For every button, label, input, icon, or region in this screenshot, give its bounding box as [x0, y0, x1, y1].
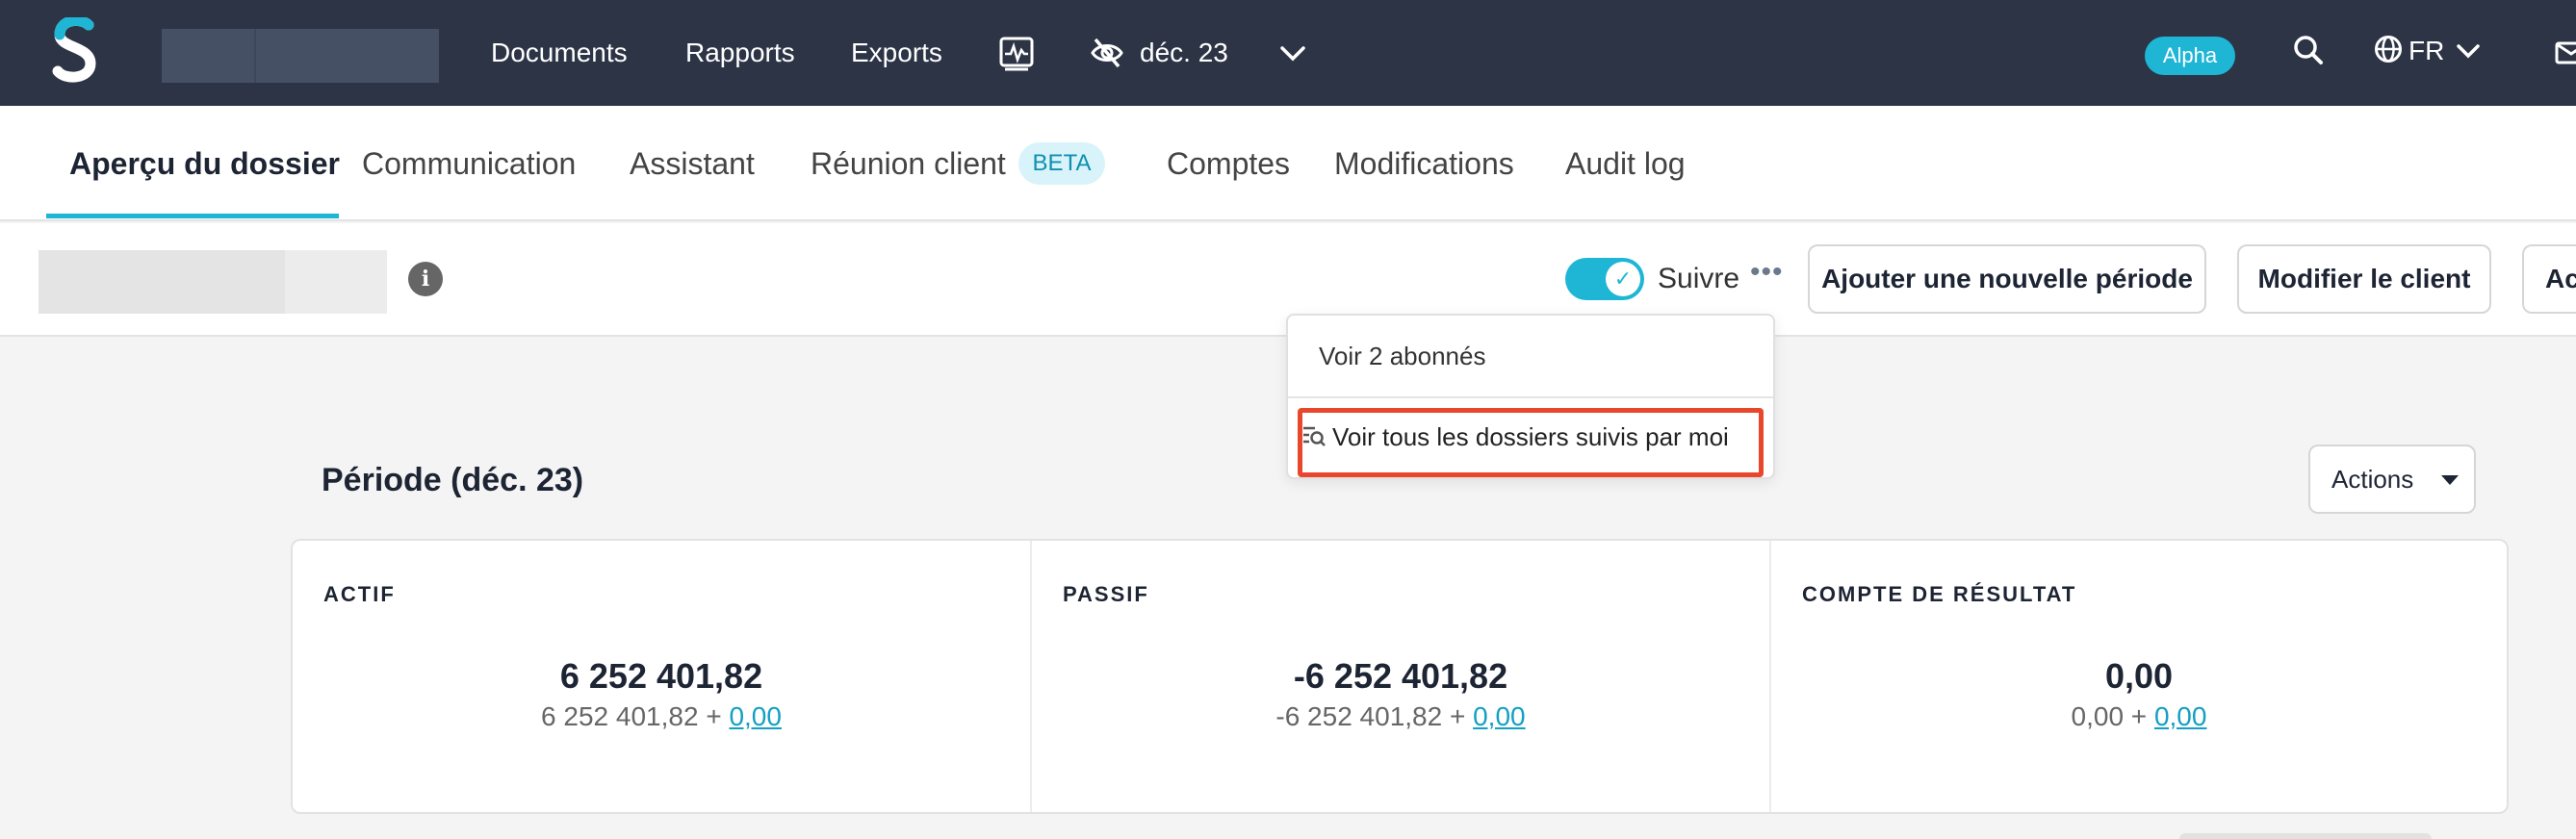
- beta-badge: BETA: [1018, 142, 1105, 185]
- info-icon[interactable]: i: [408, 262, 443, 296]
- actif-column: ACTIF 6 252 401,82 6 252 401,82 + 0,00: [293, 541, 1030, 812]
- tab-modifications[interactable]: Modifications: [1334, 144, 1514, 183]
- actif-detail-prefix: 6 252 401,82 +: [541, 701, 722, 731]
- nav-rapports[interactable]: Rapports: [685, 37, 795, 69]
- compte-de-resultat-detail: 0,00 + 0,00: [1771, 700, 2507, 733]
- compte-de-resultat-detail-prefix: 0,00 +: [2071, 701, 2148, 731]
- nav-documents[interactable]: Documents: [491, 37, 628, 69]
- eye-slash-icon[interactable]: [1090, 37, 1124, 69]
- top-navigation-bar: Documents Rapports Exports déc. 23 Alpha…: [0, 0, 2576, 106]
- caret-down-icon: [2441, 475, 2459, 485]
- search-list-icon: [1303, 426, 1326, 446]
- actif-label: ACTIF: [323, 582, 396, 606]
- passif-detail: -6 252 401,82 + 0,00: [1032, 700, 1769, 733]
- truncated-action-button[interactable]: Ac: [2522, 244, 2576, 314]
- actif-adjustment-link[interactable]: 0,00: [729, 701, 782, 731]
- period-selector-label[interactable]: déc. 23: [1140, 37, 1228, 69]
- search-icon[interactable]: [2293, 35, 2324, 65]
- passif-value: -6 252 401,82: [1293, 656, 1508, 696]
- mail-icon[interactable]: [2555, 40, 2576, 65]
- follow-options-dropdown: Voir 2 abonnés Voir tous les dossiers su…: [1286, 314, 1775, 479]
- tab-comptes[interactable]: Comptes: [1167, 144, 1290, 183]
- redacted-client-name: [162, 29, 439, 83]
- tab-apercu-du-dossier[interactable]: Aperçu du dossier: [69, 144, 340, 183]
- passif-column: PASSIF -6 252 401,82 -6 252 401,82 + 0,0…: [1032, 541, 1769, 812]
- compte-de-resultat-value: 0,00: [2104, 656, 2174, 696]
- alpha-badge: Alpha: [2145, 37, 2235, 75]
- compte-de-resultat-label: COMPTE DE RÉSULTAT: [1802, 582, 2077, 606]
- passif-label: PASSIF: [1063, 582, 1149, 606]
- language-selector[interactable]: FR: [2409, 35, 2444, 67]
- period-title: Période (déc. 23): [322, 462, 584, 498]
- compte-de-resultat-adjustment-link[interactable]: 0,00: [2154, 701, 2207, 731]
- actif-detail: 6 252 401,82 + 0,00: [293, 700, 1030, 733]
- actions-label: Actions: [2331, 465, 2414, 494]
- chevron-down-icon[interactable]: [1280, 46, 1305, 62]
- view-all-followed-dossiers-item[interactable]: Voir tous les dossiers suivis par moi: [1332, 421, 1729, 452]
- edit-client-button[interactable]: Modifier le client: [2237, 244, 2491, 314]
- dropdown-divider: [1288, 396, 1773, 398]
- language-chevron-down-icon[interactable]: [2457, 44, 2480, 60]
- globe-icon[interactable]: [2374, 35, 2403, 64]
- partial-element-below: [2179, 833, 2432, 839]
- redacted-dossier-name: [39, 250, 387, 314]
- tab-reunion-client[interactable]: Réunion client: [811, 144, 1006, 183]
- follow-toggle[interactable]: ✓: [1565, 258, 1644, 300]
- activity-monitor-icon[interactable]: [999, 37, 1034, 71]
- add-period-button[interactable]: Ajouter une nouvelle période: [1808, 244, 2206, 314]
- compte-de-resultat-column: COMPTE DE RÉSULTAT 0,00 0,00 + 0,00: [1771, 541, 2507, 812]
- nav-exports[interactable]: Exports: [851, 37, 942, 69]
- active-tab-indicator: [46, 214, 339, 218]
- passif-detail-prefix: -6 252 401,82 +: [1275, 701, 1466, 731]
- tab-audit-log[interactable]: Audit log: [1565, 144, 1686, 183]
- follow-label: Suivre: [1658, 263, 1740, 294]
- actions-dropdown-button[interactable]: Actions: [2308, 445, 2476, 514]
- balance-summary-card: ACTIF 6 252 401,82 6 252 401,82 + 0,00 P…: [291, 539, 2509, 814]
- dossier-tabs: Aperçu du dossier Communication Assistan…: [0, 106, 2576, 221]
- check-icon: ✓: [1606, 262, 1640, 296]
- tab-assistant[interactable]: Assistant: [630, 144, 755, 183]
- tab-communication[interactable]: Communication: [362, 144, 576, 183]
- view-followers-item[interactable]: Voir 2 abonnés: [1319, 341, 1485, 371]
- app-logo[interactable]: [52, 17, 100, 83]
- more-options-icon[interactable]: •••: [1750, 258, 1784, 287]
- passif-adjustment-link[interactable]: 0,00: [1473, 701, 1526, 731]
- actif-value: 6 252 401,82: [559, 656, 763, 696]
